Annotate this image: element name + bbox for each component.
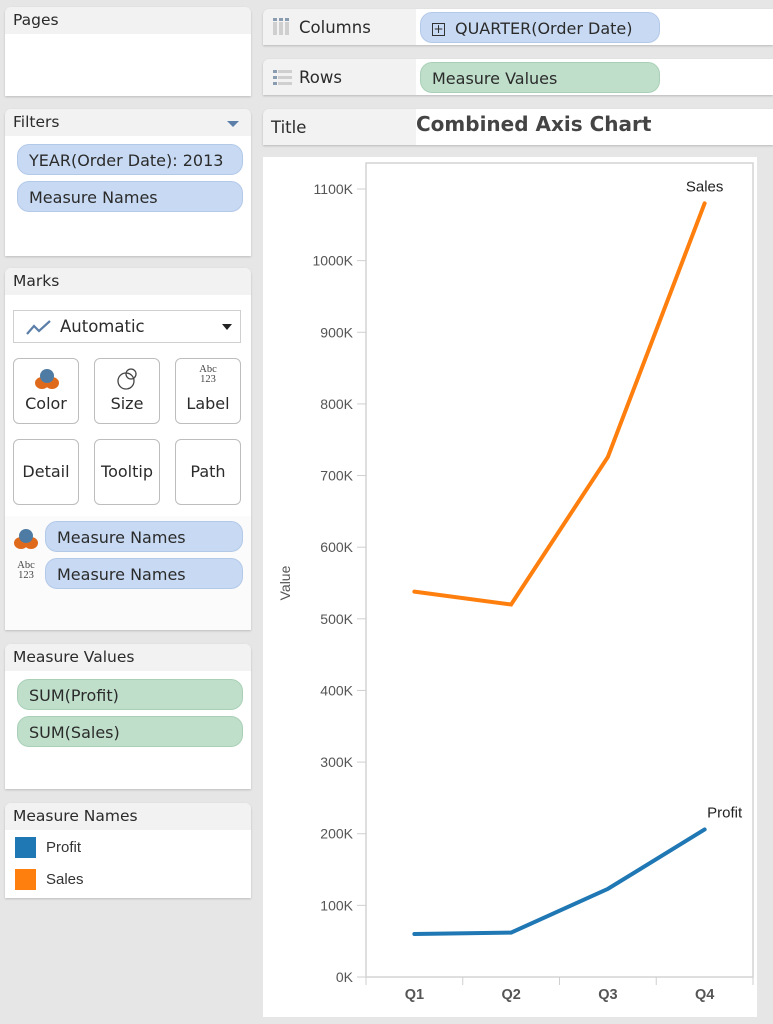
y-tick-label: 300K <box>320 754 353 770</box>
title-label: Title <box>271 118 307 137</box>
filters-menu-arrow-icon[interactable] <box>227 121 239 127</box>
chevron-down-icon <box>222 324 232 330</box>
title-shelf: Title Combined Axis Chart <box>263 109 773 145</box>
y-tick-label: 200K <box>320 826 353 842</box>
y-tick-label: 0K <box>336 969 354 985</box>
tooltip-button-label: Tooltip <box>101 462 153 481</box>
y-tick-label: 1100K <box>314 181 354 197</box>
rows-label: Rows <box>299 68 342 87</box>
legend-title: Measure Names <box>5 803 251 830</box>
color-icon <box>35 369 59 389</box>
y-tick-label: 500K <box>320 611 353 627</box>
y-tick-label: 700K <box>320 468 353 484</box>
chart-area: 0K 100K 200K 300K 400K 500K 600K 700K 800K 900K 10… <box>263 157 757 1017</box>
label-icon: Abc 123 <box>176 364 240 385</box>
encoding-area: Measure Names Abc 123 Measure Names <box>5 516 251 630</box>
legend-swatch-profit <box>15 837 36 858</box>
chart-title: Combined Axis Chart <box>416 112 652 136</box>
marks-title: Marks <box>5 268 251 295</box>
label-encoding-icon-123: 123 <box>18 570 34 581</box>
y-tick-label: 800K <box>320 396 353 412</box>
title-area[interactable]: Combined Axis Chart <box>416 109 773 145</box>
rows-icon <box>273 70 292 85</box>
x-tick-label: Q3 <box>598 987 617 1003</box>
y-tick-label: 400K <box>320 682 353 698</box>
size-button-label: Size <box>110 394 144 413</box>
line-chart: 0K 100K 200K 300K 400K 500K 600K 700K 800K 900K 10… <box>277 162 754 1003</box>
columns-pill[interactable]: + QUARTER(Order Date) <box>420 12 660 43</box>
series-end-label-profit: Profit <box>707 804 743 821</box>
rows-pill[interactable]: Measure Values <box>420 62 660 93</box>
legend-card: Measure Names Profit Sales <box>5 803 251 898</box>
legend-swatch-sales <box>15 869 36 890</box>
filters-header: Filters <box>5 109 251 136</box>
x-tick-label: Q1 <box>405 987 424 1003</box>
filter-pill-measure-names[interactable]: Measure Names <box>17 181 243 212</box>
y-tick-label: 600K <box>320 539 353 555</box>
x-tick-label: Q2 <box>501 987 520 1003</box>
label-encoding-pill[interactable]: Measure Names <box>45 558 243 589</box>
columns-icon <box>273 18 289 35</box>
series-line-sales <box>412 201 707 607</box>
color-encoding-icon <box>14 529 38 549</box>
rows-shelf: Rows Measure Values <box>263 59 773 95</box>
label-icon-123: 123 <box>200 374 216 385</box>
mark-type-value: Automatic <box>60 317 145 336</box>
columns-shelf: Columns + QUARTER(Order Date) <box>263 9 773 45</box>
measure-pill-profit[interactable]: SUM(Profit) <box>17 679 243 710</box>
pages-card: Pages <box>5 7 251 96</box>
size-icon <box>117 368 137 390</box>
x-tick-label: Q4 <box>695 987 714 1003</box>
measure-values-card: Measure Values SUM(Profit) SUM(Sales) <box>5 644 251 789</box>
y-tick-label: 100K <box>320 897 353 913</box>
measure-values-title: Measure Values <box>5 644 251 671</box>
label-encoding-icon: Abc 123 <box>13 560 39 581</box>
legend-label-profit: Profit <box>46 839 82 856</box>
filters-title: Filters <box>13 113 60 131</box>
tooltip-button[interactable]: Tooltip <box>94 439 160 505</box>
detail-button-label: Detail <box>22 462 70 481</box>
columns-label: Columns <box>299 18 371 37</box>
series-line-profit <box>412 827 707 937</box>
marks-card: Marks Automatic Color Size Abc 123 Label <box>5 268 251 630</box>
expand-plus-icon[interactable]: + <box>432 23 445 36</box>
y-axis-title: Value <box>277 565 293 600</box>
path-button-label: Path <box>190 462 226 481</box>
columns-pill-label: QUARTER(Order Date) <box>455 19 633 38</box>
measure-pill-sales[interactable]: SUM(Sales) <box>17 716 243 747</box>
filters-card: Filters YEAR(Order Date): 2013 Measure N… <box>5 109 251 256</box>
line-chart-icon <box>26 320 51 335</box>
plot-frame <box>365 162 754 978</box>
label-button-label: Label <box>186 394 230 413</box>
path-button[interactable]: Path <box>175 439 241 505</box>
color-button-label: Color <box>25 394 67 413</box>
mark-type-select[interactable]: Automatic <box>13 310 241 343</box>
pages-title: Pages <box>5 7 251 34</box>
color-encoding-pill[interactable]: Measure Names <box>45 521 243 552</box>
detail-button[interactable]: Detail <box>13 439 79 505</box>
y-tick-label: 1000K <box>313 253 354 269</box>
label-button[interactable]: Abc 123 Label <box>175 358 241 424</box>
series-end-label-sales: Sales <box>686 178 724 195</box>
filter-pill-year[interactable]: YEAR(Order Date): 2013 <box>17 144 243 175</box>
y-tick-label: 900K <box>320 324 353 340</box>
legend-label-sales: Sales <box>46 871 84 888</box>
color-button[interactable]: Color <box>13 358 79 424</box>
size-button[interactable]: Size <box>94 358 160 424</box>
